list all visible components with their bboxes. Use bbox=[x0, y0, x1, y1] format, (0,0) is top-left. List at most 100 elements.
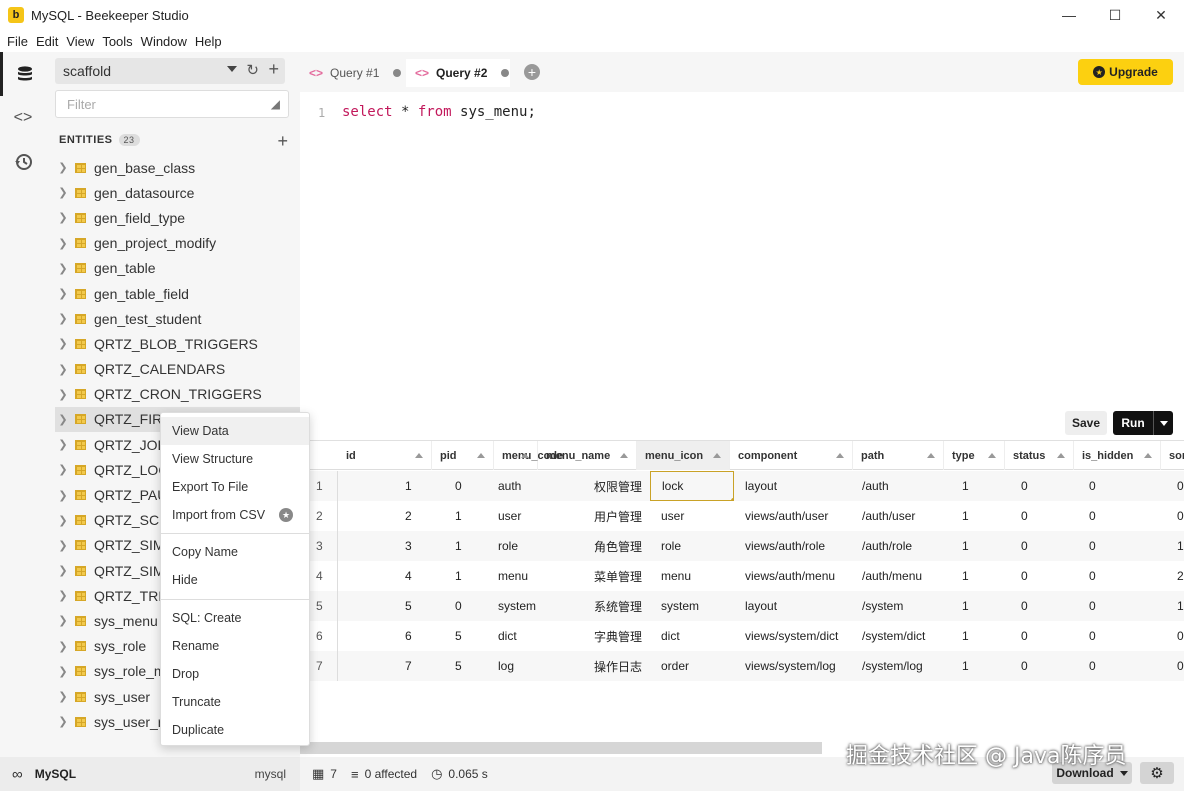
table-cell[interactable]: 2 bbox=[1166, 561, 1184, 591]
table-cell[interactable]: order bbox=[650, 651, 734, 681]
table-cell[interactable]: /auth/user bbox=[851, 501, 951, 531]
chevron-right-icon[interactable]: ❯ bbox=[55, 589, 71, 602]
table-cell[interactable]: views/auth/user bbox=[734, 501, 851, 531]
table-cell[interactable]: 0 bbox=[1010, 471, 1078, 501]
table-cell[interactable]: 0 bbox=[1010, 621, 1078, 651]
table-cell[interactable]: 0 bbox=[1166, 501, 1184, 531]
table-row[interactable]: 1 1 0 auth 权限管理 lock layout/auth 1 0 0 0 bbox=[310, 471, 1184, 501]
table-cell[interactable]: views/system/dict bbox=[734, 621, 851, 651]
horizontal-scrollbar[interactable] bbox=[300, 742, 822, 754]
table-cell[interactable]: 0 bbox=[1010, 501, 1078, 531]
table-row[interactable]: 6 6 5 dict 字典管理 dict views/system/dict/system/… bbox=[310, 621, 1184, 651]
sidebar-table-item[interactable]: ❯ gen_table bbox=[55, 256, 300, 281]
table-cell[interactable]: 字典管理 bbox=[583, 621, 650, 651]
chevron-right-icon[interactable]: ❯ bbox=[55, 640, 71, 653]
table-cell[interactable]: 5 bbox=[444, 651, 487, 681]
table-cell[interactable]: dict bbox=[650, 621, 734, 651]
table-cell[interactable]: 4 bbox=[394, 561, 444, 591]
table-cell[interactable]: 2 bbox=[394, 501, 444, 531]
table-cell[interactable]: 用户管理 bbox=[583, 501, 650, 531]
table-cell[interactable]: 操作日志 bbox=[583, 651, 650, 681]
sidebar-table-item[interactable]: ❯ gen_datasource bbox=[55, 180, 300, 205]
table-row[interactable]: 7 7 5 log 操作日志 order views/system/log/system/l… bbox=[310, 651, 1184, 681]
history-icon[interactable] bbox=[0, 140, 46, 184]
table-cell[interactable]: 1 bbox=[951, 591, 1010, 621]
table-cell[interactable]: 系统管理 bbox=[583, 591, 650, 621]
sort-icon[interactable] bbox=[415, 453, 423, 458]
table-cell[interactable]: /system bbox=[851, 591, 951, 621]
sort-icon[interactable] bbox=[521, 453, 529, 458]
upgrade-button[interactable]: ★ Upgrade bbox=[1078, 59, 1173, 85]
table-row[interactable]: 2 2 1 user 用户管理 user views/auth/user/auth/user… bbox=[310, 501, 1184, 531]
chevron-right-icon[interactable]: ❯ bbox=[55, 690, 71, 703]
chevron-right-icon[interactable]: ❯ bbox=[55, 614, 71, 627]
table-cell[interactable]: 1 bbox=[1166, 591, 1184, 621]
gear-icon[interactable]: ⚙ bbox=[1140, 762, 1174, 784]
table-cell[interactable]: layout bbox=[734, 591, 851, 621]
ctx-drop[interactable]: Drop bbox=[161, 660, 309, 688]
table-cell[interactable]: 1 bbox=[951, 471, 1010, 501]
column-header[interactable]: is_hidden bbox=[1074, 441, 1161, 470]
chevron-right-icon[interactable]: ❯ bbox=[55, 287, 71, 300]
chevron-right-icon[interactable]: ❯ bbox=[55, 539, 71, 552]
column-header[interactable]: type bbox=[944, 441, 1005, 470]
code-icon[interactable]: <> bbox=[0, 96, 46, 140]
table-cell[interactable]: 权限管理 bbox=[583, 471, 650, 501]
table-cell[interactable]: 7 bbox=[394, 651, 444, 681]
sort-icon[interactable] bbox=[1144, 453, 1152, 458]
chevron-right-icon[interactable]: ❯ bbox=[55, 564, 71, 577]
menu-file[interactable]: File bbox=[7, 34, 28, 49]
code-line[interactable]: select * from sys_menu; bbox=[342, 104, 536, 120]
table-cell[interactable]: 0 bbox=[1078, 531, 1166, 561]
sort-icon[interactable] bbox=[477, 453, 485, 458]
table-cell[interactable]: system bbox=[487, 591, 583, 621]
table-cell[interactable]: log bbox=[487, 651, 583, 681]
database-icon[interactable] bbox=[0, 52, 46, 96]
chevron-right-icon[interactable]: ❯ bbox=[55, 514, 71, 527]
close-button[interactable]: ✕ bbox=[1138, 0, 1184, 30]
filter-input[interactable]: Filter ◢ bbox=[55, 90, 289, 118]
table-row[interactable]: 3 3 1 role 角色管理 role views/auth/role/auth/role… bbox=[310, 531, 1184, 561]
table-cell[interactable]: role bbox=[487, 531, 583, 561]
add-connection-icon[interactable]: + bbox=[268, 59, 279, 80]
add-tab-button[interactable]: + bbox=[524, 64, 540, 80]
chevron-right-icon[interactable]: ❯ bbox=[55, 388, 71, 401]
table-cell[interactable]: views/system/log bbox=[734, 651, 851, 681]
ctx-sql-create[interactable]: SQL: Create bbox=[161, 604, 309, 632]
table-cell[interactable]: 0 bbox=[1078, 621, 1166, 651]
table-cell[interactable]: /auth/role bbox=[851, 531, 951, 561]
sidebar-table-item[interactable]: ❯ gen_table_field bbox=[55, 281, 300, 306]
tab-query-2[interactable]: <> Query #2 bbox=[406, 59, 510, 87]
chevron-right-icon[interactable]: ❯ bbox=[55, 237, 71, 250]
table-cell[interactable]: 0 bbox=[444, 591, 487, 621]
sort-icon[interactable] bbox=[927, 453, 935, 458]
column-header[interactable]: menu_code bbox=[494, 441, 563, 470]
sort-icon[interactable] bbox=[713, 453, 721, 458]
column-header[interactable]: menu_name bbox=[538, 441, 637, 470]
table-cell[interactable]: user bbox=[650, 501, 734, 531]
sidebar-table-item[interactable]: ❯ QRTZ_CRON_TRIGGERS bbox=[55, 382, 300, 407]
table-cell[interactable]: user bbox=[487, 501, 583, 531]
column-header[interactable]: pid bbox=[432, 441, 494, 470]
ctx-rename[interactable]: Rename bbox=[161, 632, 309, 660]
sort-icon[interactable] bbox=[988, 453, 996, 458]
table-cell[interactable]: 0 bbox=[1078, 651, 1166, 681]
table-cell[interactable]: views/auth/menu bbox=[734, 561, 851, 591]
save-button[interactable]: Save bbox=[1065, 411, 1107, 435]
sidebar-table-item[interactable]: ❯ gen_test_student bbox=[55, 306, 300, 331]
tab-query-1[interactable]: <> Query #1 bbox=[300, 59, 404, 87]
sort-icon[interactable] bbox=[620, 453, 628, 458]
chevron-right-icon[interactable]: ❯ bbox=[55, 337, 71, 350]
table-cell[interactable]: 0 bbox=[1078, 591, 1166, 621]
chevron-right-icon[interactable]: ❯ bbox=[55, 186, 71, 199]
table-cell[interactable]: layout bbox=[734, 471, 851, 501]
table-cell[interactable]: system bbox=[650, 591, 734, 621]
column-header[interactable]: menu_icon bbox=[637, 441, 730, 470]
table-cell[interactable]: 1 bbox=[951, 651, 1010, 681]
ctx-hide[interactable]: Hide bbox=[161, 566, 309, 594]
sidebar-table-item[interactable]: ❯ QRTZ_BLOB_TRIGGERS bbox=[55, 331, 300, 356]
minimize-button[interactable]: — bbox=[1046, 0, 1092, 30]
table-cell[interactable]: 菜单管理 bbox=[583, 561, 650, 591]
chevron-right-icon[interactable]: ❯ bbox=[55, 161, 71, 174]
table-cell[interactable]: 5 bbox=[444, 621, 487, 651]
